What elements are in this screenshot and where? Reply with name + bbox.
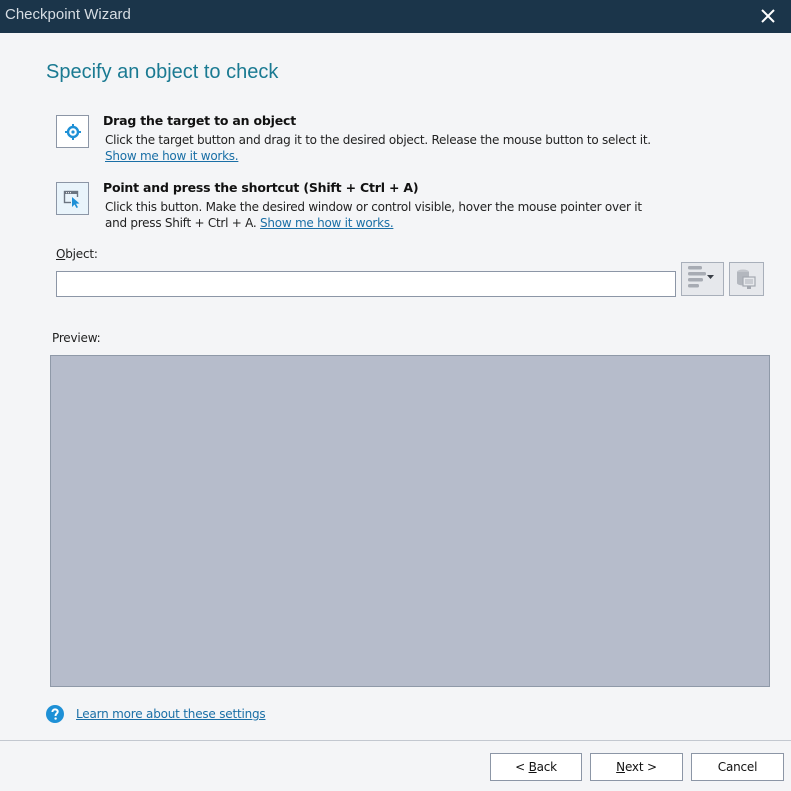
back-button-label: ack <box>536 760 558 774</box>
preview-area <box>50 355 770 687</box>
object-tree-dropdown-icon <box>688 266 714 288</box>
drag-target-button[interactable] <box>56 115 89 148</box>
back-button-prefix: < <box>515 760 529 774</box>
point-shortcut-title: Point and press the shortcut (Shift + Ct… <box>103 180 419 195</box>
object-label-accelerator: O <box>56 247 66 261</box>
window-pointer-icon <box>63 190 80 208</box>
close-icon <box>761 9 775 23</box>
back-button[interactable]: < Back <box>490 753 582 781</box>
back-button-accelerator: B <box>528 760 537 774</box>
point-shortcut-description-line2: and press Shift + Ctrl + A. <box>105 216 257 230</box>
footer-divider <box>0 740 791 741</box>
object-browser-button[interactable] <box>729 262 764 296</box>
object-browser-icon <box>737 269 756 289</box>
object-tree-dropdown-button[interactable] <box>681 262 724 296</box>
point-shortcut-button[interactable] <box>56 182 89 215</box>
page-heading: Specify an object to check <box>46 61 279 83</box>
object-label-text: bject: <box>65 247 98 261</box>
cancel-button[interactable]: Cancel <box>691 753 784 781</box>
drag-target-description: Click the target button and drag it to t… <box>105 132 651 164</box>
crosshair-target-icon <box>64 123 81 140</box>
close-button[interactable] <box>756 4 780 28</box>
object-label: Object: <box>56 247 98 261</box>
window-title: Checkpoint Wizard <box>5 6 131 23</box>
drag-target-description-text: Click the target button and drag it to t… <box>105 133 651 147</box>
drag-target-show-me-link[interactable]: Show me how it works. <box>105 149 239 163</box>
point-shortcut-show-me-link[interactable]: Show me how it works. <box>260 216 394 230</box>
object-input[interactable] <box>56 271 676 297</box>
point-shortcut-description: Click this button. Make the desired wind… <box>105 199 642 231</box>
next-button[interactable]: Next > <box>590 753 683 781</box>
help-icon[interactable] <box>46 705 64 723</box>
next-button-accelerator: N <box>616 760 625 774</box>
point-shortcut-description-line1: Click this button. Make the desired wind… <box>105 200 642 214</box>
learn-more-link[interactable]: Learn more about these settings <box>76 707 266 721</box>
drag-target-title: Drag the target to an object <box>103 113 296 128</box>
preview-label: Preview: <box>52 331 101 345</box>
title-bar: Checkpoint Wizard <box>0 0 791 33</box>
next-button-label: ext > <box>624 760 657 774</box>
